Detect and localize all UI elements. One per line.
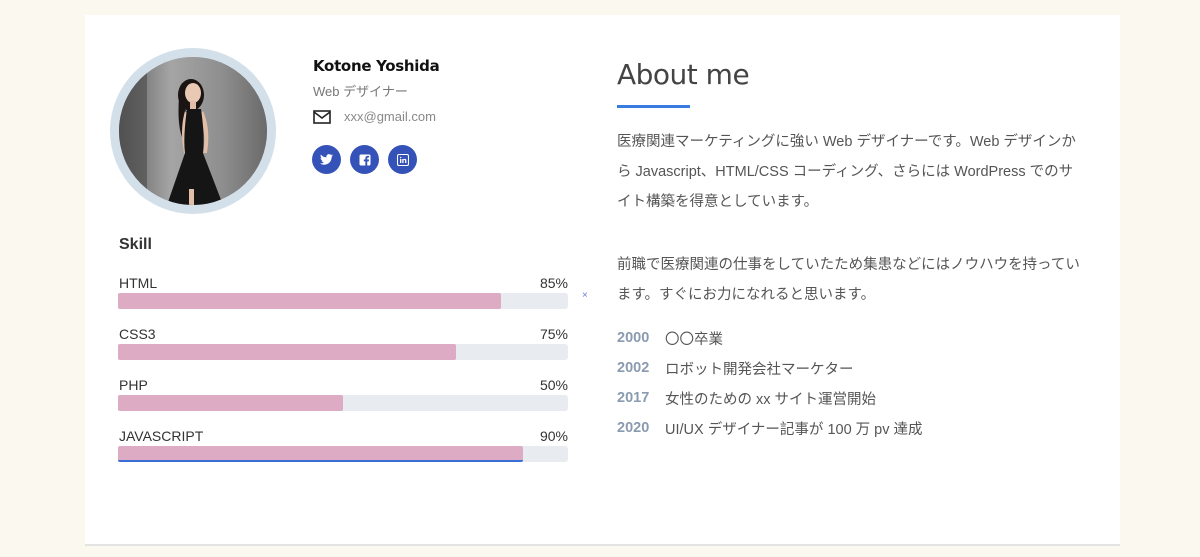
timeline-text: ロボット開発会社マーケター xyxy=(665,361,854,378)
timeline-text: 〇〇卒業 xyxy=(665,331,723,348)
profile-name: Kotone Yoshida xyxy=(313,57,440,75)
avatar xyxy=(119,57,267,205)
skill-bar-track xyxy=(118,446,568,462)
twitter-button[interactable] xyxy=(312,145,341,174)
skill-list: HTML 85% CSS3 75% PHP 50% JAVASCRIPT 90% xyxy=(118,275,568,479)
facebook-icon xyxy=(359,154,370,166)
skill-bar-fill xyxy=(118,395,343,411)
email-row[interactable]: xxx@gmail.com xyxy=(313,109,436,124)
skill-label: HTML xyxy=(119,275,158,291)
skill-percent: 90% xyxy=(539,428,568,444)
skill-label: CSS3 xyxy=(119,326,156,342)
skill-bar-fill xyxy=(118,344,456,360)
timeline-row: 2017 女性のための xx サイト運営開始 xyxy=(617,383,923,413)
linkedin-icon xyxy=(396,153,409,166)
career-timeline: 2000 〇〇卒業 2002 ロボット開発会社マーケター 2017 女性のための… xyxy=(617,323,923,443)
skill-bar-fill xyxy=(118,293,501,309)
about-title: About me xyxy=(617,58,750,91)
timeline-year: 2020 xyxy=(617,420,650,436)
skill-item-css3: CSS3 75% xyxy=(118,326,568,377)
mail-icon xyxy=(313,109,331,124)
timeline-row: 2002 ロボット開発会社マーケター xyxy=(617,353,923,383)
about-paragraph-2: 前職で医療関連の仕事をしていたため集患などにはノウハウを持っています。すぐにお力… xyxy=(617,257,1080,303)
skill-heading: Skill xyxy=(119,236,152,253)
linkedin-button[interactable] xyxy=(388,145,417,174)
about-title-underline xyxy=(617,105,690,108)
timeline-text: 女性のための xx サイト運営開始 xyxy=(665,391,877,408)
email-text: xxx@gmail.com xyxy=(344,109,436,124)
skill-label: PHP xyxy=(119,377,148,393)
timeline-row: 2020 UI/UX デザイナー記事が 100 万 pv 達成 xyxy=(617,413,923,443)
skill-percent: 50% xyxy=(539,377,568,393)
skill-item-javascript: JAVASCRIPT 90% xyxy=(118,428,568,479)
skill-bar-fill xyxy=(118,446,523,462)
skill-label: JAVASCRIPT xyxy=(119,428,204,444)
avatar-photo xyxy=(119,57,267,205)
close-marker-icon[interactable]: × xyxy=(582,290,588,301)
skill-bar-track xyxy=(118,395,568,411)
about-paragraph-1: 医療関連マーケティングに強い Web デザイナーです。Web デザインから Ja… xyxy=(617,134,1076,210)
profile-role: Web デザイナー xyxy=(313,84,408,99)
skill-percent: 75% xyxy=(539,326,568,342)
timeline-year: 2002 xyxy=(617,360,650,376)
skill-bar-track xyxy=(118,293,568,309)
timeline-row: 2000 〇〇卒業 xyxy=(617,323,923,353)
twitter-icon xyxy=(320,154,333,165)
timeline-text: UI/UX デザイナー記事が 100 万 pv 達成 xyxy=(665,421,923,438)
skill-item-html: HTML 85% xyxy=(118,275,568,326)
social-links xyxy=(312,145,417,174)
skill-percent: 85% xyxy=(539,275,568,291)
skill-item-php: PHP 50% xyxy=(118,377,568,428)
skill-bar-track xyxy=(118,344,568,360)
profile-card: Kotone Yoshida Web デザイナー xxx@gmail.com S… xyxy=(85,15,1120,546)
avatar-ring xyxy=(110,48,276,214)
timeline-year: 2017 xyxy=(617,390,650,406)
timeline-year: 2000 xyxy=(617,330,650,346)
facebook-button[interactable] xyxy=(350,145,379,174)
